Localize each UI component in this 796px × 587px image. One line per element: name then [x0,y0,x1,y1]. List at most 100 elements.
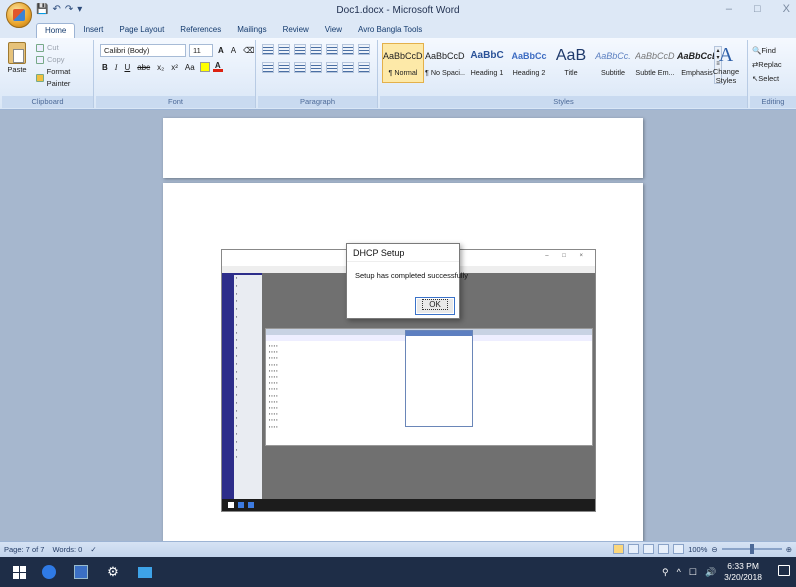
font-size-select[interactable]: 11 [189,44,213,57]
tab-page-layout[interactable]: Page Layout [111,23,172,38]
office-button[interactable] [6,2,32,28]
notifications-icon[interactable] [778,565,790,576]
superscript-button[interactable]: x² [169,63,180,72]
italic-button[interactable]: I [113,63,120,72]
zoom-in-icon[interactable]: ⊕ [786,545,792,554]
numbering-icon[interactable] [278,44,290,55]
change-styles-button[interactable]: A Change Styles [709,44,743,85]
style-no-spacing[interactable]: AaBbCcDc ¶ No Spaci... [424,43,466,83]
draft-view-button[interactable] [673,544,685,554]
clear-formatting-icon[interactable]: ⌫ [241,46,256,55]
editing-group-label: Editing [750,96,796,108]
tab-insert[interactable]: Insert [75,23,111,38]
show-marks-icon[interactable] [358,44,370,55]
bold-button[interactable]: B [100,63,110,72]
app-taskbar-icon[interactable] [136,563,154,581]
system-tray: ⚲ ^ ☐ 🔊 6:33 PM 3/20/2018 [662,561,762,583]
tab-view[interactable]: View [317,23,350,38]
align-left-icon[interactable] [262,62,274,73]
ok-button[interactable]: OK [415,297,455,315]
network-icon[interactable]: ☐ [689,567,697,578]
multilevel-list-icon[interactable] [294,44,306,55]
highlight-color-icon[interactable] [199,62,210,72]
close-button[interactable]: X [783,3,790,15]
decrease-indent-icon[interactable] [310,44,322,55]
clock[interactable]: 6:33 PM 3/20/2018 [724,561,762,583]
underline-button[interactable]: U [122,63,132,72]
outline-view-button[interactable] [658,544,670,554]
paragraph-group-label: Paragraph [258,96,377,108]
word-taskbar-icon[interactable] [72,563,90,581]
embedded-nav-list: ▪ ▪ ▪ ▪ ▪ ▪ ▪ ▪ ▪ ▪ ▪ ▪ ▪ ▪ ▪ ▪ ▪ ▪ ▪ ▪ ▪ ▪ ▪ ▪ [234,275,262,499]
style-title[interactable]: AaB Title [550,43,592,83]
document-page-previous[interactable] [163,118,643,178]
style-subtle-emphasis[interactable]: AaBbCcDı Subtle Em... [634,43,676,83]
browser-taskbar-icon[interactable] [40,563,58,581]
increase-indent-icon[interactable] [326,44,338,55]
select-button[interactable]: ↖Select [752,72,782,86]
paste-icon [8,42,26,64]
tab-home[interactable]: Home [36,23,76,38]
maximize-button[interactable]: □ [754,3,761,15]
minimize-button[interactable]: – [726,3,732,15]
web-layout-view-button[interactable] [643,544,655,554]
settings-gear-icon[interactable]: ⚙ [104,563,122,581]
replace-button[interactable]: ⇄Replac [752,58,782,72]
tab-avro-bangla-tools[interactable]: Avro Bangla Tools [350,23,430,38]
dialog-title: DHCP Setup [347,244,459,262]
align-right-icon[interactable] [294,62,306,73]
font-group: Calibri (Body) 11 A A ⌫ B I U abc x₂ x² … [96,40,256,108]
tab-mailings[interactable]: Mailings [229,23,274,38]
office-logo-icon [13,9,25,21]
find-button[interactable]: 🔍Find [752,44,782,58]
styles-group: AaBbCcDc ¶ Normal AaBbCcDc ¶ No Spaci... A… [380,40,748,108]
document-page-current[interactable]: – □ × ▪ ▪ ▪ ▪ ▪ ▪ ▪ ▪ ▪ ▪ ▪ ▪ ▪ ▪ ▪ ▪ ▪ ▪ ▪ ▪ ▪ ▪ ▪ ▪ ▪ ▪ ▪ ▪ ▪ … [163,183,643,543]
style-heading-1[interactable]: AaBbC Heading 1 [466,43,508,83]
full-screen-view-button[interactable] [628,544,640,554]
grow-font-icon[interactable]: A [216,46,226,55]
style-normal[interactable]: AaBbCcDc ¶ Normal [382,43,424,83]
line-spacing-icon[interactable] [326,62,338,73]
tab-review[interactable]: Review [275,23,317,38]
zoom-slider[interactable] [721,544,782,554]
zoom-level[interactable]: 100% [688,545,707,554]
tray-expand-icon[interactable]: ^ [677,567,681,577]
bullets-icon[interactable] [262,44,274,55]
embedded-taskbar [222,499,595,511]
font-group-label: Font [96,96,255,108]
ribbon-tabs: Home Insert Page Layout References Maili… [0,22,796,38]
tab-references[interactable]: References [172,23,229,38]
align-center-icon[interactable] [278,62,290,73]
word-count[interactable]: Words: 0 [52,545,82,554]
page-count[interactable]: Page: 7 of 7 [4,545,44,554]
font-color-icon[interactable]: A [212,62,223,72]
zoom-out-icon[interactable]: ⊖ [711,545,717,554]
scissors-icon [36,44,44,52]
copy-button[interactable]: Copy [36,54,93,66]
style-heading-2[interactable]: AaBbCc Heading 2 [508,43,550,83]
shrink-font-icon[interactable]: A [229,46,238,55]
proofing-icon[interactable]: ✓ [90,545,96,554]
paste-button[interactable]: Paste [6,42,28,74]
font-name-select[interactable]: Calibri (Body) [100,44,186,57]
borders-icon[interactable] [358,62,370,73]
shading-icon[interactable] [342,62,354,73]
people-icon[interactable]: ⚲ [662,567,669,578]
clipboard-group: Paste Cut Copy Format Painter Clipboard [2,40,94,108]
sort-icon[interactable] [342,44,354,55]
volume-icon[interactable]: 🔊 [705,567,716,578]
clipboard-group-label: Clipboard [2,96,93,108]
justify-icon[interactable] [310,62,322,73]
dhcp-setup-dialog: DHCP Setup Setup has completed successfu… [346,243,468,319]
print-layout-view-button[interactable] [613,544,625,554]
start-button[interactable] [10,563,28,581]
editing-group: 🔍Find ⇄Replac ↖Select Editing [750,40,796,108]
change-case-button[interactable]: Aa [183,63,197,72]
format-painter-button[interactable]: Format Painter [36,66,93,90]
window-title: Doc1.docx - Microsoft Word [336,5,460,16]
title-bar: 💾 ↶ ↷ ▾ Doc1.docx - Microsoft Word – □ X [0,0,796,28]
style-subtitle[interactable]: AaBbCc. Subtitle [592,43,634,83]
strikethrough-button[interactable]: abc [135,63,152,72]
subscript-button[interactable]: x₂ [155,63,166,72]
cut-button[interactable]: Cut [36,42,93,54]
